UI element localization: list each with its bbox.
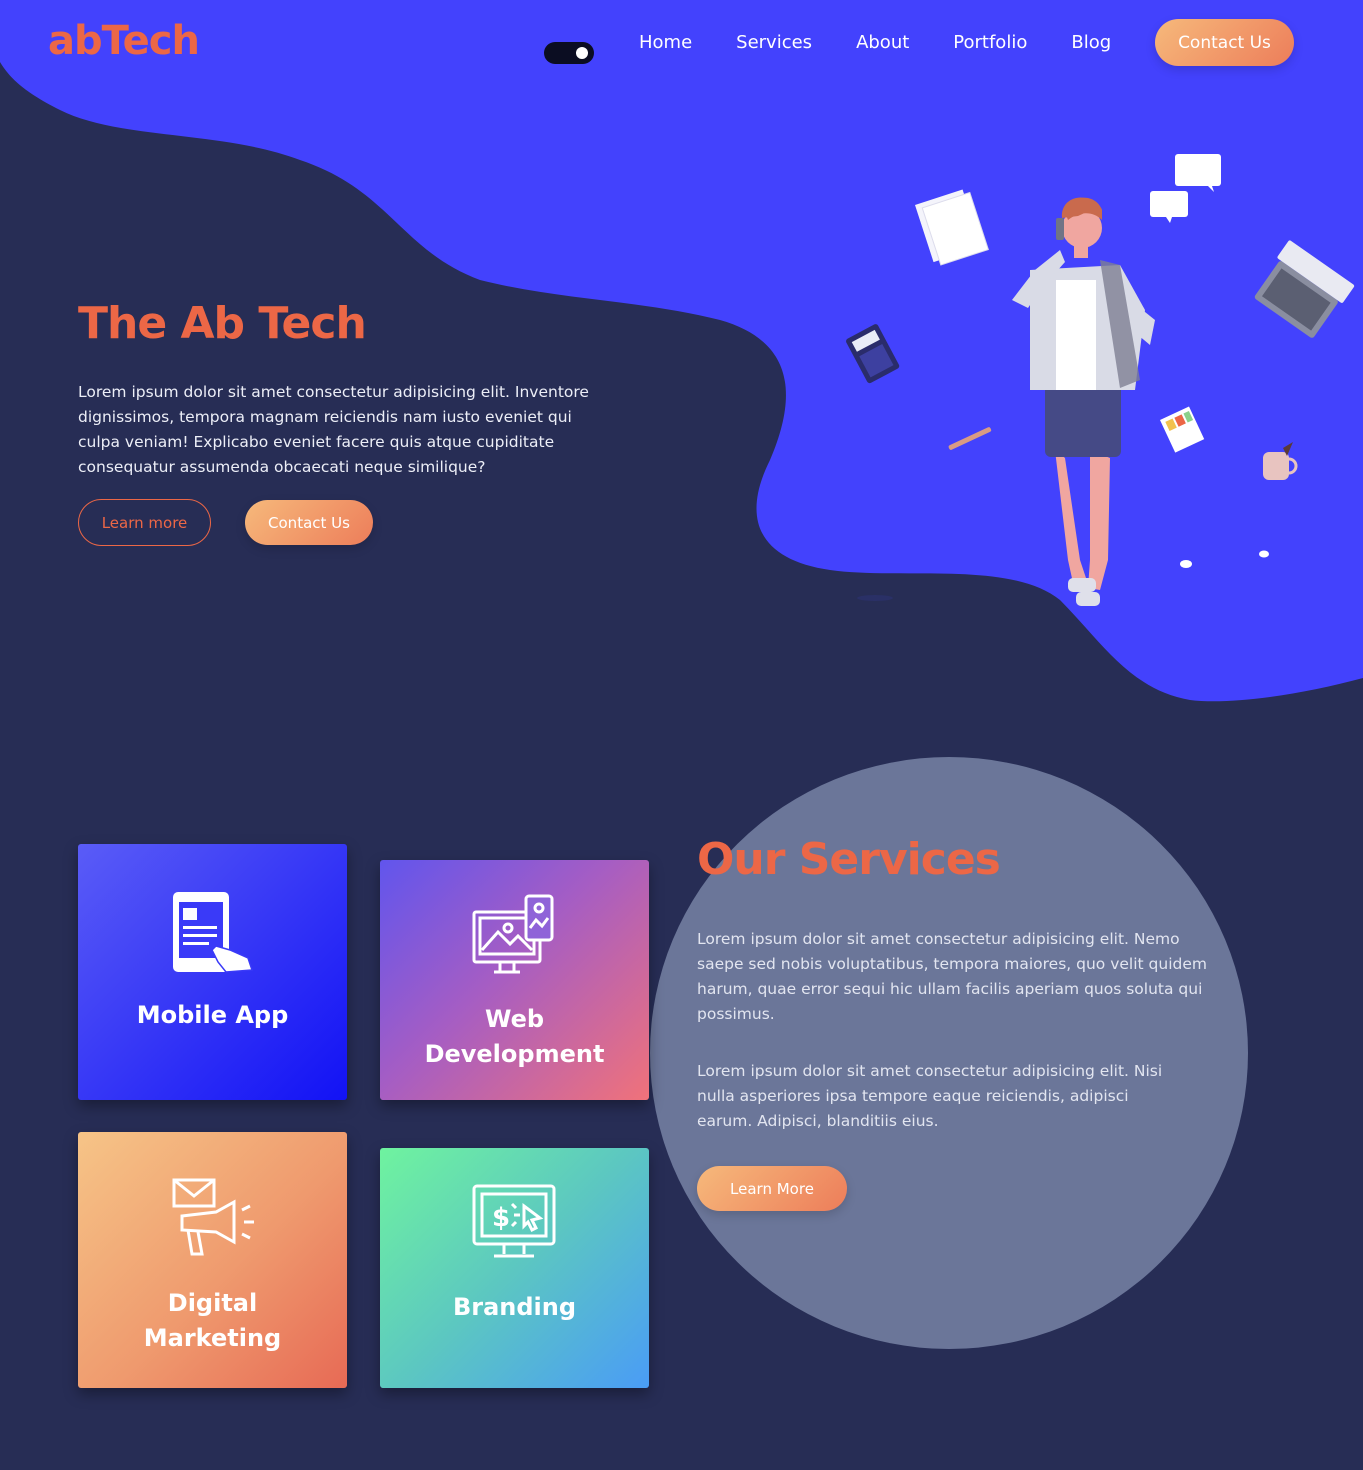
laptop-icon — [1254, 240, 1355, 338]
pencil-icon — [948, 427, 992, 450]
services-title: Our Services — [697, 834, 1001, 885]
service-card-title: Mobile App — [136, 1001, 289, 1029]
main-nav: Home Services About Portfolio Blog — [639, 30, 1111, 56]
nav-services[interactable]: Services — [736, 30, 812, 56]
color-swatches-icon — [1160, 406, 1205, 453]
hero-contact-button[interactable]: Contact Us — [245, 500, 373, 545]
service-card-title: Web Development — [424, 1005, 605, 1068]
service-card-web-development[interactable]: Web Development — [380, 860, 649, 1100]
speech-bubble-icon — [1150, 154, 1221, 223]
service-card-branding[interactable]: $ Branding — [380, 1148, 649, 1388]
mobile-app-icon — [172, 892, 253, 973]
nav-about[interactable]: About — [856, 30, 909, 56]
hero-title: The Ab Tech — [78, 298, 367, 349]
service-card-title: Digital Marketing — [143, 1289, 282, 1352]
leaf-icon — [1180, 560, 1192, 568]
service-card-title: Branding — [452, 1293, 577, 1321]
web-development-icon — [472, 894, 553, 974]
brand-logo[interactable]: abTech — [48, 18, 200, 64]
nav-portfolio[interactable]: Portfolio — [953, 30, 1027, 56]
nav-contact-button[interactable]: Contact Us — [1155, 19, 1294, 66]
monitor-dollar-icon: $ — [472, 1184, 555, 1258]
hero-learn-more-button[interactable]: Learn more — [78, 499, 211, 546]
nav-home[interactable]: Home — [639, 30, 692, 56]
hero-description: Lorem ipsum dolor sit amet consectetur a… — [78, 383, 589, 476]
leaf-icon — [1259, 550, 1269, 558]
theme-toggle[interactable] — [544, 42, 594, 64]
service-card-digital-marketing[interactable]: Digital Marketing — [78, 1132, 347, 1388]
logo-prefix: ab — [48, 18, 103, 64]
svg-text:$: $ — [492, 1203, 510, 1233]
services-paragraph-2: Lorem ipsum dolor sit amet consectetur a… — [697, 1062, 1163, 1130]
service-card-mobile-app[interactable]: Mobile App — [78, 844, 347, 1100]
logo-suffix: Tech — [101, 18, 200, 64]
papers-icon — [915, 189, 989, 266]
person-on-phone-icon — [1012, 197, 1155, 606]
megaphone-icon — [172, 1178, 254, 1256]
toggle-knob — [576, 47, 588, 59]
calculator-icon — [846, 324, 900, 384]
mug-icon — [1263, 442, 1298, 480]
nav-blog[interactable]: Blog — [1071, 30, 1111, 56]
hero-illustration — [846, 154, 1355, 606]
services-learn-more-button[interactable]: Learn More — [697, 1166, 847, 1211]
services-paragraph-1: Lorem ipsum dolor sit amet consectetur a… — [697, 930, 1207, 1023]
